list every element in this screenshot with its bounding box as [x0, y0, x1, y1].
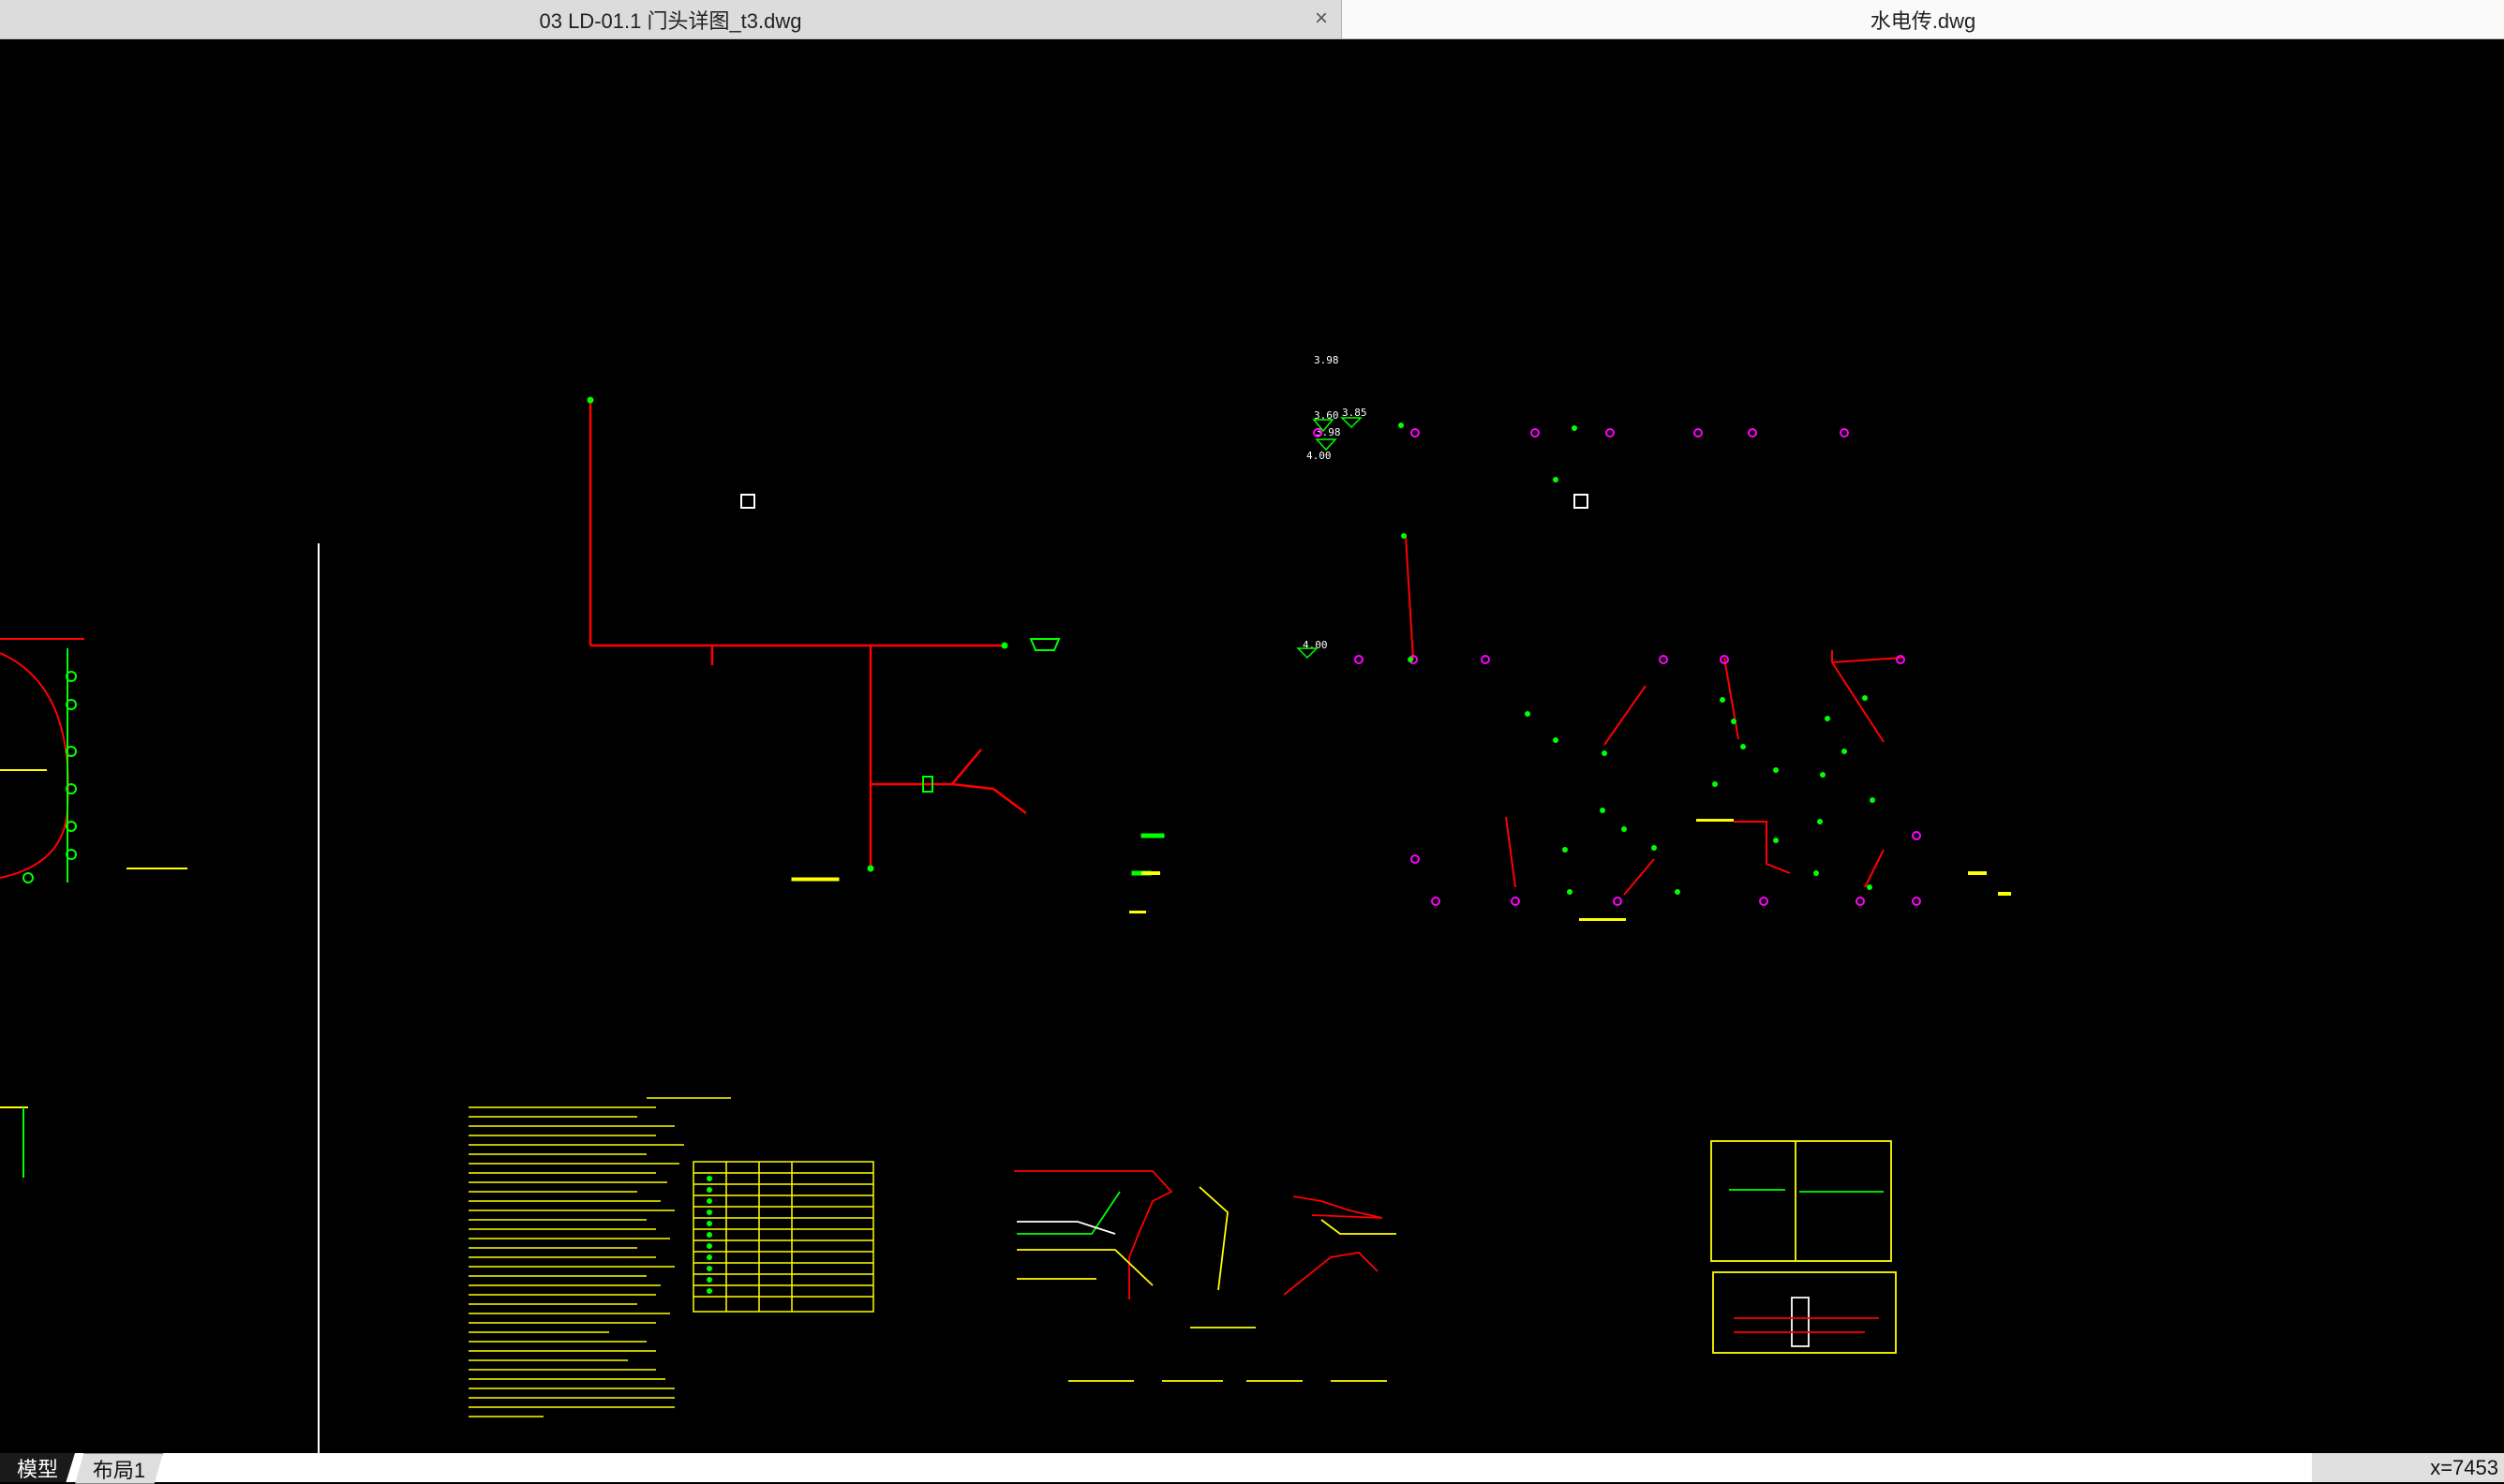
section-detail-drawings [1014, 1170, 1396, 1382]
coordinate-value: x=7453 [2430, 1455, 2498, 1479]
left-partial-drawing [0, 638, 187, 1178]
legend-symbols [707, 1176, 712, 1294]
tab-menxiang-detail-dwg[interactable]: 03 LD-01.1 门头详图_t3.dwg [0, 0, 1342, 38]
cad-model-space[interactable]: 3.98 3.60 3.85 3.98 4.00 4.00 [0, 39, 2504, 1453]
coordinate-readout: x=7453 [2312, 1453, 2504, 1482]
tab-label: 模型 [16, 1457, 58, 1481]
tab-layout-1[interactable]: 布局1 [75, 1453, 163, 1484]
tab-model-space[interactable]: 模型 [0, 1453, 75, 1482]
status-bar [0, 1453, 2504, 1482]
selection-grip[interactable] [1573, 494, 1588, 509]
tab-label: 水电传.dwg [1870, 8, 1976, 33]
selection-grip[interactable] [740, 494, 755, 509]
document-tab-bar: 03 LD-01.1 门头详图_t3.dwg × 水电传.dwg [0, 0, 2504, 39]
pipe-network-drawing [589, 400, 1027, 868]
elevation-label: 4.00 [1306, 450, 1332, 462]
elevation-label: 3.85 [1342, 407, 1367, 419]
close-tab-icon[interactable]: × [1308, 6, 1334, 32]
design-notes-block [469, 1097, 731, 1417]
legend-table [693, 1161, 874, 1313]
detail-frames [1710, 1140, 1897, 1354]
right-node-drawing: 3.98 3.60 3.85 3.98 4.00 4.00 [1129, 354, 2011, 921]
tab-label: 布局1 [92, 1458, 146, 1482]
tab-label: 03 LD-01.1 门头详图_t3.dwg [539, 8, 802, 33]
elevation-label: 3.98 [1314, 354, 1339, 366]
pipe-fixtures [587, 396, 1165, 882]
drawing-canvas[interactable]: 3.98 3.60 3.85 3.98 4.00 4.00 [0, 39, 2504, 1453]
tab-shuidianchuan-dwg[interactable]: 水电传.dwg [1342, 0, 2504, 38]
